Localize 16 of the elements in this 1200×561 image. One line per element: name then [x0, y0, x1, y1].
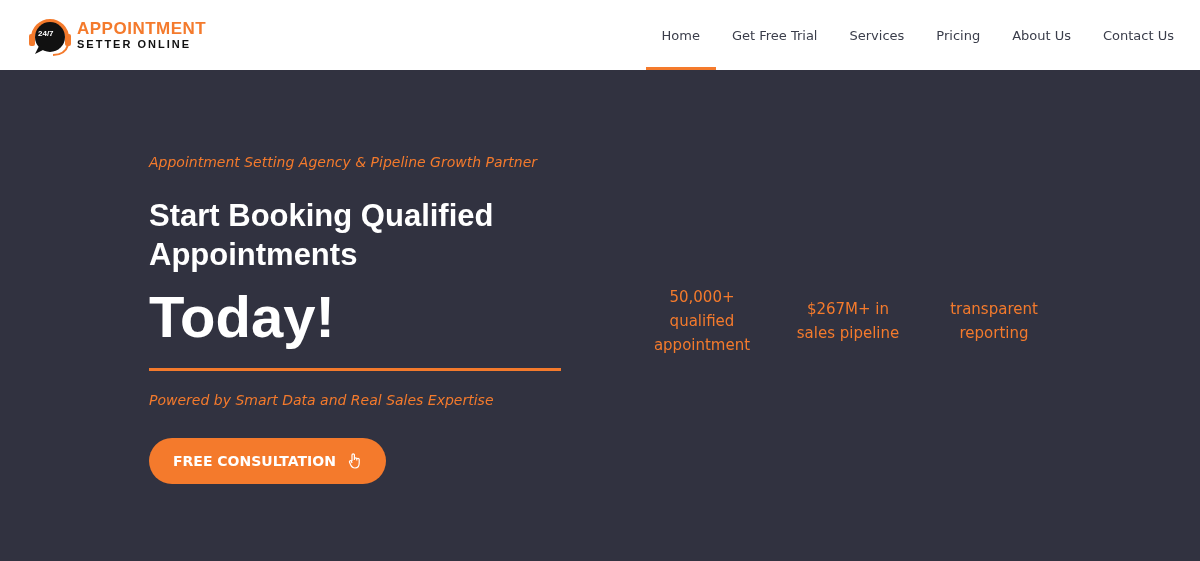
nav-link[interactable]: Contact Us: [1087, 0, 1190, 70]
stat-text: transparent reporting: [949, 298, 1039, 344]
headline-highlight: Today!: [149, 282, 336, 351]
logo-wordmark-subtitle: SETTER ONLINE: [77, 39, 192, 50]
stat-text: $267M+ in sales pipeline: [795, 298, 901, 344]
subheadline: Powered by Smart Data and Real Sales Expertise: [149, 391, 495, 408]
tagline: Appointment Setting Agency & Pipeline Growth Partner: [149, 153, 539, 170]
hand-pointer-icon: [347, 452, 362, 469]
nav-link[interactable]: Pricing: [920, 0, 997, 70]
nav-link[interactable]: Get Free Trial: [715, 0, 834, 70]
nav-link[interactable]: Services: [833, 0, 921, 70]
headline: Start Booking Qualified Appointments: [149, 196, 495, 274]
logo-badge-text: 24/7: [38, 29, 54, 38]
logo-wordmark: APPOINTMENT: [77, 20, 207, 37]
nav-link[interactable]: About Us: [996, 0, 1087, 70]
stat-text: 50,000+ qualified appointment: [652, 286, 752, 356]
